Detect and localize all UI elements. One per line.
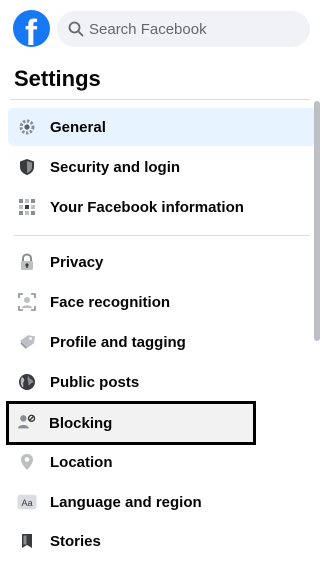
- sidebar-item-label: General: [50, 118, 106, 136]
- shield-icon: [20, 159, 34, 175]
- sidebar-item-face-recognition[interactable]: Face recognition: [8, 283, 316, 321]
- sidebar-item-label: Privacy: [50, 253, 104, 271]
- sidebar-item-blocking[interactable]: Blocking: [6, 401, 256, 445]
- page-title: Settings: [14, 66, 101, 91]
- sidebar-item-language-and-region[interactable]: Aa Language and region: [8, 483, 316, 521]
- sidebar-item-security-and-login[interactable]: Security and login: [8, 148, 316, 186]
- sidebar-item-location[interactable]: Location: [8, 443, 316, 481]
- blocking-icon: [17, 414, 36, 429]
- sidebar-item-privacy[interactable]: Privacy: [8, 243, 316, 281]
- sidebar-item-label: Stories: [50, 532, 101, 550]
- sidebar-item-your-facebook-information[interactable]: Your Facebook information: [8, 188, 316, 226]
- stories-icon: [22, 534, 32, 548]
- sidebar-item-stories[interactable]: Stories: [8, 522, 316, 560]
- section-divider: [14, 235, 310, 236]
- facebook-logo[interactable]: f: [13, 10, 50, 47]
- sidebar-item-label: Language and region: [50, 493, 202, 511]
- sidebar-item-label: Blocking: [49, 414, 113, 432]
- lock-icon: [21, 253, 33, 270]
- facebook-info-icon: [19, 199, 35, 215]
- top-bar: f: [0, 0, 334, 56]
- sidebar-item-label: Your Facebook information: [50, 198, 244, 216]
- list-icon: [17, 571, 37, 577]
- sidebar-item-label: Public posts: [50, 373, 140, 391]
- search-icon: [68, 21, 84, 37]
- location-pin-icon: [21, 454, 33, 470]
- sidebar-item-label: Security and login: [50, 158, 181, 176]
- sidebar-item-label: Profile and tagging: [50, 333, 186, 351]
- tag-icon: [20, 335, 36, 349]
- sidebar-item-profile-and-tagging[interactable]: Profile and tagging: [8, 323, 316, 361]
- search-box[interactable]: [57, 11, 310, 47]
- face-recognition-icon: [18, 293, 36, 311]
- sidebar-item-label: Location: [50, 453, 113, 471]
- sidebar-item-partial[interactable]: [8, 562, 316, 577]
- search-input[interactable]: [89, 11, 299, 47]
- facebook-logo-letter: f: [25, 12, 37, 48]
- gear-icon: [19, 119, 35, 135]
- svg-text:Aa: Aa: [21, 498, 33, 508]
- language-icon: Aa: [17, 494, 37, 510]
- globe-icon: [19, 374, 35, 390]
- title-divider: [10, 99, 310, 100]
- sidebar-scrollbar[interactable]: [314, 101, 320, 341]
- sidebar-item-label: Face recognition: [50, 293, 171, 311]
- sidebar-item-public-posts[interactable]: Public posts: [8, 363, 316, 401]
- sidebar-item-general[interactable]: General: [8, 108, 316, 146]
